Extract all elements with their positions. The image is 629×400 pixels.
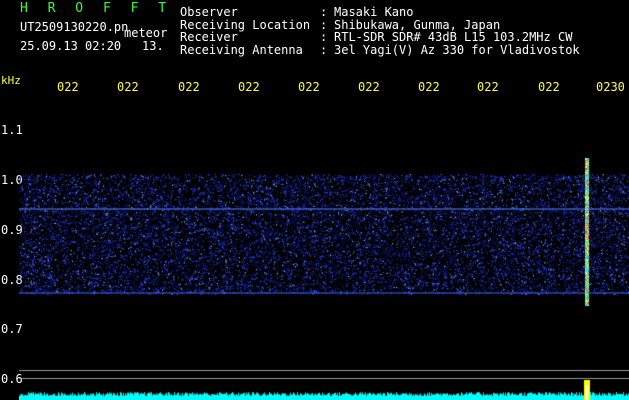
time-tick: 022: [538, 80, 560, 94]
filename-label: UT2509130220.pn: [20, 20, 129, 34]
time-tick: 022: [358, 80, 380, 94]
time-tick: 022: [238, 80, 260, 94]
info-separator: :: [320, 5, 328, 19]
info-value: Masaki Kano: [334, 5, 414, 19]
info-value: RTL-SDR SDR# 43dB L15 103.2MHz CW: [334, 30, 573, 44]
time-tick: 022: [418, 80, 440, 94]
info-row-receiver: Receiver : RTL-SDR SDR# 43dB L15 103.2MH…: [180, 31, 580, 44]
time-tick: 0230: [596, 80, 625, 94]
info-separator: :: [320, 30, 328, 44]
time-tick: 022: [178, 80, 200, 94]
time-tick: 022: [57, 80, 79, 94]
station-info: Observer : Masaki Kano Receiving Locatio…: [180, 6, 580, 56]
datetime-label: 25.09.13 02:20: [20, 39, 122, 53]
count-label: 13.: [142, 39, 164, 53]
unit-label: kHz: [1, 74, 21, 87]
info-label: Receiver: [180, 30, 238, 44]
info-separator: :: [320, 42, 328, 57]
time-tick: 022: [117, 80, 139, 94]
info-row-observer: Observer : Masaki Kano: [180, 6, 580, 19]
info-label: Observer: [180, 5, 238, 19]
mode-label: meteor: [124, 26, 168, 40]
spectrogram-canvas: [19, 96, 629, 400]
time-tick: 022: [298, 80, 320, 94]
info-label: Receiving Antenna: [180, 42, 303, 57]
time-tick: 022: [477, 80, 499, 94]
info-row-antenna: Receiving Antenna : 3el Yagi(V) Az 330 f…: [180, 42, 580, 57]
info-value: 3el Yagi(V) Az 330 for Vladivostok: [334, 42, 580, 57]
app-title: H R O F F T: [20, 1, 173, 16]
